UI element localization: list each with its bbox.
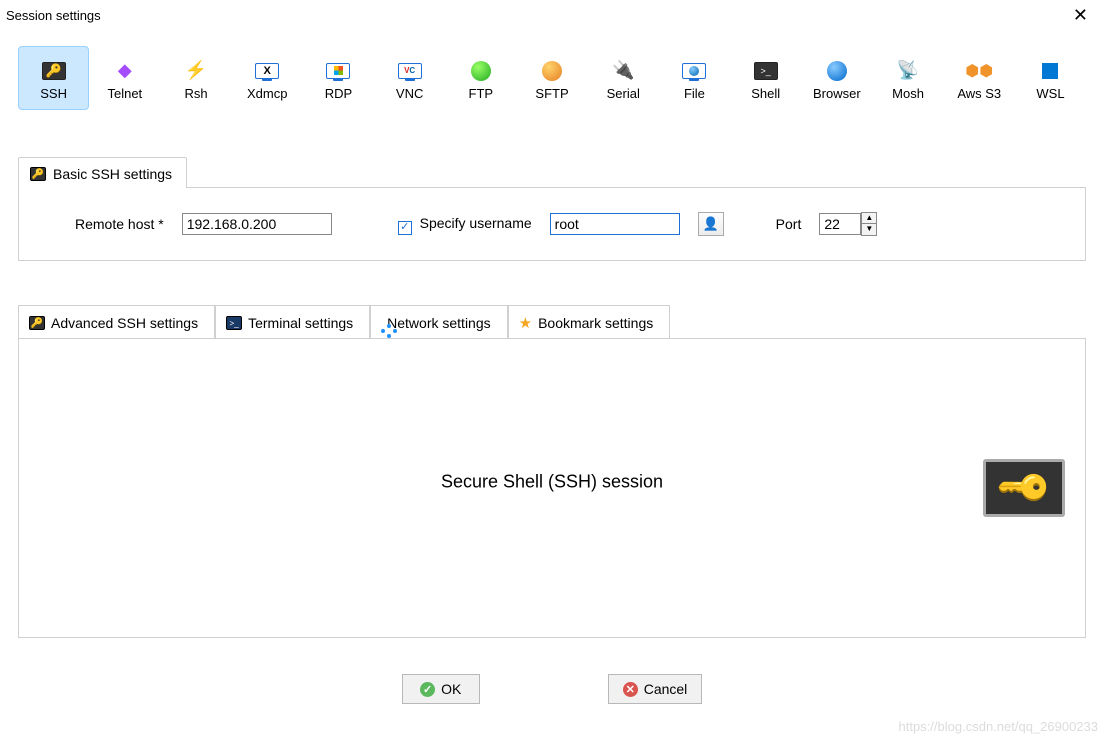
tab-terminal-settings[interactable]: >_ Terminal settings xyxy=(215,305,370,338)
specify-username-label: Specify username xyxy=(420,215,532,231)
session-type-label: SSH xyxy=(40,86,67,101)
serial-icon: 🔌 xyxy=(610,60,636,82)
tab-label: Network settings xyxy=(387,315,490,331)
tab-label: Advanced SSH settings xyxy=(51,315,198,331)
remote-host-label: Remote host * xyxy=(75,216,164,232)
ssh-key-icon: 🔑 xyxy=(41,60,67,82)
session-type-label: Xdmcp xyxy=(247,86,287,101)
ssh-key-icon: 🔑 xyxy=(29,316,45,330)
session-type-rsh[interactable]: ⚡ Rsh xyxy=(160,46,231,110)
session-type-ftp[interactable]: FTP xyxy=(445,46,516,110)
advanced-settings-panel: 🔑 Advanced SSH settings >_ Terminal sett… xyxy=(18,305,1086,638)
tab-basic-ssh-settings[interactable]: 🔑 Basic SSH settings xyxy=(18,157,187,188)
tab-advanced-ssh-settings[interactable]: 🔑 Advanced SSH settings xyxy=(18,305,215,338)
session-type-label: RDP xyxy=(325,86,352,101)
session-type-label: FTP xyxy=(469,86,494,101)
session-type-vnc[interactable]: VC VNC xyxy=(374,46,445,110)
mosh-icon: 📡 xyxy=(895,60,921,82)
basic-settings-panel: 🔑 Basic SSH settings Remote host * ✓ Spe… xyxy=(18,156,1086,261)
cancel-label: Cancel xyxy=(644,681,688,697)
session-type-shell[interactable]: >_ Shell xyxy=(730,46,801,110)
tab-label: Bookmark settings xyxy=(538,315,653,331)
ssh-key-icon: 🔑 xyxy=(29,166,47,182)
session-type-ssh[interactable]: 🔑 SSH xyxy=(18,46,89,110)
port-input[interactable] xyxy=(819,213,861,235)
tab-network-settings[interactable]: Network settings xyxy=(370,305,507,338)
terminal-icon: >_ xyxy=(226,316,242,330)
session-type-xdmcp[interactable]: X Xdmcp xyxy=(232,46,303,110)
tab-label: Basic SSH settings xyxy=(53,166,172,182)
session-description: Secure Shell (SSH) session xyxy=(19,472,1085,493)
key-icon: 🔑 xyxy=(993,457,1054,518)
session-type-label: SFTP xyxy=(535,86,568,101)
watermark-text: https://blog.csdn.net/qq_26900233 xyxy=(899,719,1099,734)
rsh-icon: ⚡ xyxy=(183,60,209,82)
session-big-icon: 🔑 xyxy=(983,459,1065,517)
session-type-wsl[interactable]: WSL xyxy=(1015,46,1086,110)
user-picker-button[interactable]: 👤 xyxy=(698,212,724,236)
xdmcp-icon: X xyxy=(254,60,280,82)
tab-bookmark-settings[interactable]: ★ Bookmark settings xyxy=(508,305,671,338)
ok-label: OK xyxy=(441,681,461,697)
sftp-icon xyxy=(539,60,565,82)
session-type-telnet[interactable]: ◆ Telnet xyxy=(89,46,160,110)
telnet-icon: ◆ xyxy=(112,60,138,82)
star-icon: ★ xyxy=(519,314,532,332)
file-icon xyxy=(681,60,707,82)
close-icon[interactable]: ✕ xyxy=(1067,4,1094,26)
session-type-file[interactable]: File xyxy=(659,46,730,110)
session-type-label: Mosh xyxy=(892,86,924,101)
session-type-label: Rsh xyxy=(184,86,207,101)
port-label: Port xyxy=(776,216,802,232)
vnc-icon: VC xyxy=(397,60,423,82)
session-type-label: WSL xyxy=(1036,86,1064,101)
rdp-icon xyxy=(325,60,351,82)
wsl-icon xyxy=(1037,60,1063,82)
session-type-label: Aws S3 xyxy=(957,86,1001,101)
shell-icon: >_ xyxy=(753,60,779,82)
session-type-label: VNC xyxy=(396,86,423,101)
browser-icon xyxy=(824,60,850,82)
session-type-browser[interactable]: Browser xyxy=(801,46,872,110)
port-spin-up[interactable]: ▲ xyxy=(861,212,877,224)
session-type-label: Shell xyxy=(751,86,780,101)
session-type-label: Telnet xyxy=(107,86,142,101)
aws-s3-icon: ⬢⬢ xyxy=(966,60,992,82)
session-type-rdp[interactable]: RDP xyxy=(303,46,374,110)
session-type-sftp[interactable]: SFTP xyxy=(516,46,587,110)
session-type-label: Serial xyxy=(607,86,640,101)
ftp-icon xyxy=(468,60,494,82)
user-icon: 👤 xyxy=(703,216,719,232)
specify-username-checkbox[interactable]: ✓ Specify username xyxy=(398,215,532,233)
cancel-x-icon: ✕ xyxy=(623,682,638,697)
tab-label: Terminal settings xyxy=(248,315,353,331)
session-type-label: File xyxy=(684,86,705,101)
session-type-awss3[interactable]: ⬢⬢ Aws S3 xyxy=(944,46,1015,110)
session-type-toolbar: 🔑 SSH ◆ Telnet ⚡ Rsh X Xdmcp RDP VC VNC … xyxy=(0,26,1104,116)
session-type-label: Browser xyxy=(813,86,861,101)
ok-check-icon: ✓ xyxy=(420,682,435,697)
username-input[interactable] xyxy=(550,213,680,235)
ok-button[interactable]: ✓ OK xyxy=(402,674,480,704)
session-type-mosh[interactable]: 📡 Mosh xyxy=(872,46,943,110)
cancel-button[interactable]: ✕ Cancel xyxy=(608,674,703,704)
checkbox-checked-icon: ✓ xyxy=(398,221,412,235)
dialog-title: Session settings xyxy=(6,8,101,23)
session-type-serial[interactable]: 🔌 Serial xyxy=(588,46,659,110)
remote-host-input[interactable] xyxy=(182,213,332,235)
port-spin-down[interactable]: ▼ xyxy=(861,224,877,236)
